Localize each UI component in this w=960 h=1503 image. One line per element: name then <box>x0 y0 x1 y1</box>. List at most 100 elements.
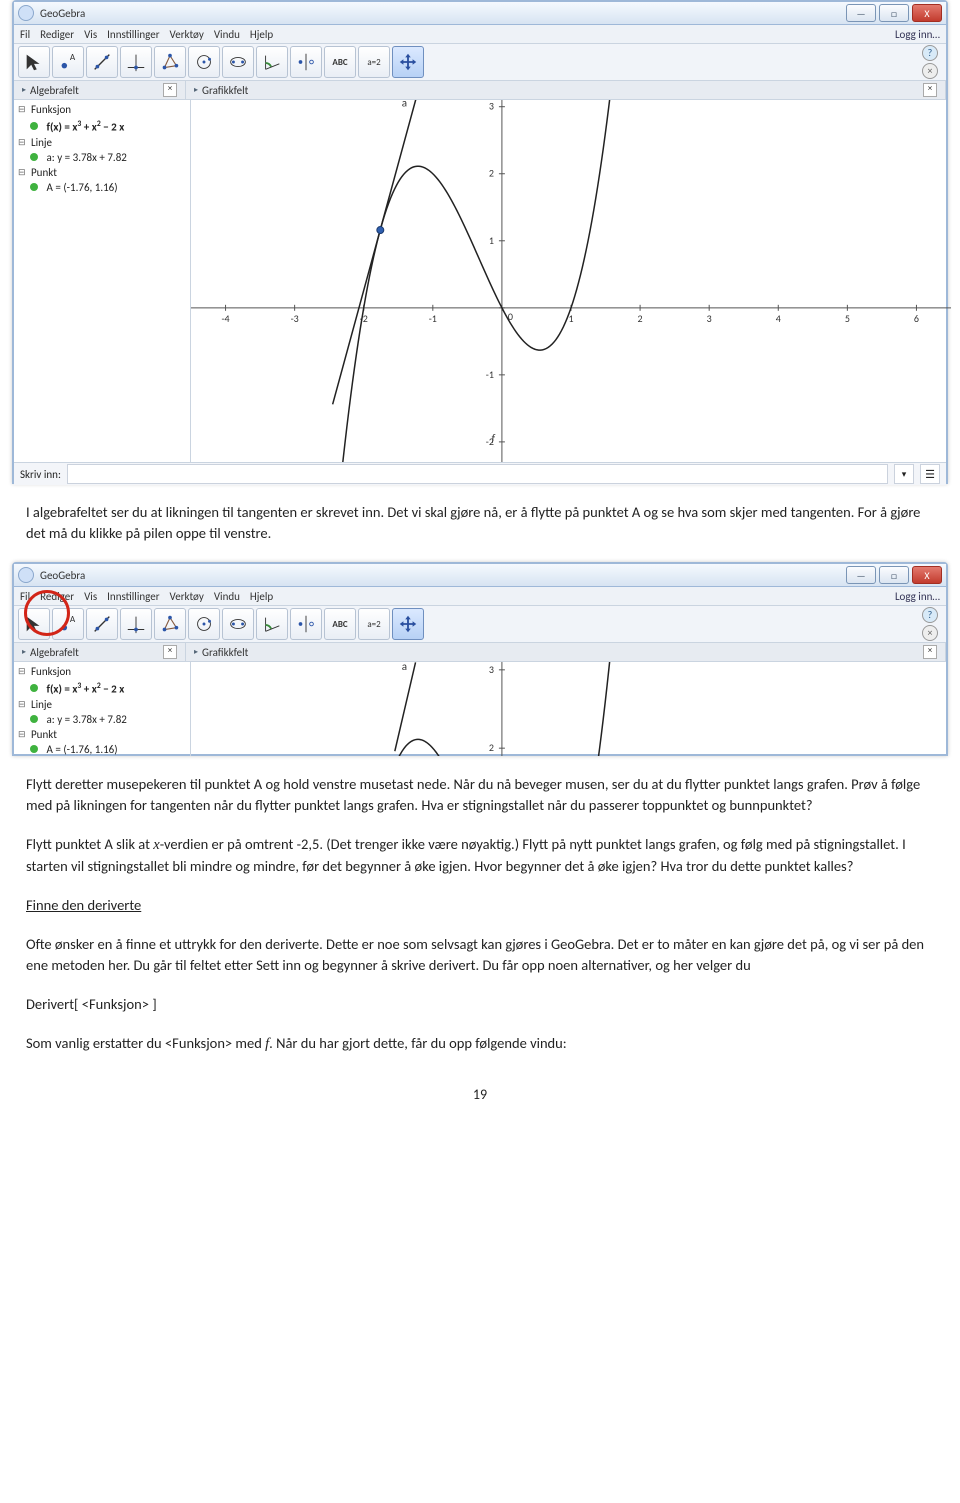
expr-A: A = (-1.76, 1.16) <box>47 742 118 757</box>
menu-verktoy[interactable]: Verktøy <box>170 590 204 603</box>
svg-text:1: 1 <box>489 234 494 247</box>
window-maximize-button[interactable]: □ <box>879 4 909 22</box>
menu-innstillinger[interactable]: Innstillinger <box>107 590 159 603</box>
caret-icon: ▸ <box>194 85 198 95</box>
tool-perpendicular[interactable] <box>120 608 152 640</box>
window-minimize-button[interactable]: — <box>846 566 876 584</box>
page-number: 19 <box>26 1085 934 1105</box>
window-close-button[interactable]: X <box>912 566 942 584</box>
menu-rediger[interactable]: Rediger <box>40 590 74 603</box>
tool-arrow[interactable] <box>18 46 50 78</box>
tab-algebra[interactable]: ▸ Algebrafelt × <box>14 81 186 99</box>
menu-vis[interactable]: Vis <box>84 28 97 41</box>
close-icon[interactable]: × <box>163 645 177 659</box>
expr-a: a: y = 3.78x + 7.82 <box>47 712 127 727</box>
svg-text:A: A <box>70 614 76 625</box>
tool-circle[interactable] <box>188 46 220 78</box>
close-help-icon[interactable]: × <box>922 625 938 641</box>
menu-innstillinger[interactable]: Innstillinger <box>107 28 159 41</box>
tree-item-fx[interactable]: f(x) = x3 + x2 − 2 x <box>18 117 186 135</box>
help-icon[interactable]: ? <box>922 607 938 623</box>
menu-vindu[interactable]: Vindu <box>214 590 240 603</box>
tool-polygon[interactable] <box>154 46 186 78</box>
svg-text:5: 5 <box>845 312 850 325</box>
tree-item-fx[interactable]: f(x) = x3 + x2 − 2 x <box>18 679 186 697</box>
tree-item-A[interactable]: A = (-1.76, 1.16) <box>18 180 186 195</box>
tab-algebra-label: Algebrafelt <box>30 646 79 659</box>
tool-line[interactable] <box>86 46 118 78</box>
tab-algebra-label: Algebrafelt <box>30 84 79 97</box>
tree-node-linje[interactable]: ⊟Linje <box>18 697 186 712</box>
menu-verktoy[interactable]: Verktøy <box>170 28 204 41</box>
close-icon[interactable]: × <box>163 83 177 97</box>
tool-ellipse[interactable] <box>222 46 254 78</box>
input-dropdown[interactable]: ▾ <box>894 464 914 484</box>
menu-vindu[interactable]: Vindu <box>214 28 240 41</box>
graphics-view[interactable]: -4-3-2-1123456-2-11230af <box>191 100 946 462</box>
tool-reflect[interactable] <box>290 608 322 640</box>
tool-reflect[interactable] <box>290 46 322 78</box>
window-maximize-button[interactable]: □ <box>879 566 909 584</box>
tab-algebra[interactable]: ▸ Algebrafelt × <box>14 643 186 661</box>
tool-perpendicular[interactable] <box>120 46 152 78</box>
tab-graphics[interactable]: ▸ Grafikkfelt × <box>186 81 946 99</box>
paragraph-2: Flytt deretter musepekeren til punktet A… <box>26 774 934 816</box>
window-minimize-button[interactable]: — <box>846 4 876 22</box>
menu-fil[interactable]: Fil <box>20 590 30 603</box>
login-link[interactable]: Logg inn… <box>895 590 940 603</box>
tool-move-view[interactable] <box>392 46 424 78</box>
tool-point[interactable]: A <box>52 608 84 640</box>
tool-arrow[interactable] <box>18 608 50 640</box>
tool-circle[interactable] <box>188 608 220 640</box>
visibility-dot-icon[interactable] <box>30 122 38 130</box>
tree-node-funksjon[interactable]: ⊟Funksjon <box>18 664 186 679</box>
tree-node-punkt[interactable]: ⊟Punkt <box>18 727 186 742</box>
svg-text:-4: -4 <box>221 312 229 325</box>
input-keyboard-icon[interactable]: ☰ <box>920 464 940 484</box>
app-title: GeoGebra <box>40 7 85 20</box>
tool-ellipse[interactable] <box>222 608 254 640</box>
tool-text[interactable]: ABC <box>324 46 356 78</box>
tree-node-punkt[interactable]: ⊟Punkt <box>18 165 186 180</box>
tree-node-linje[interactable]: ⊟Linje <box>18 135 186 150</box>
tree-item-a[interactable]: a: y = 3.78x + 7.82 <box>18 712 186 727</box>
tool-line[interactable] <box>86 608 118 640</box>
visibility-dot-icon[interactable] <box>30 183 38 191</box>
menu-vis[interactable]: Vis <box>84 590 97 603</box>
menu-rediger[interactable]: Rediger <box>40 28 74 41</box>
visibility-dot-icon[interactable] <box>30 153 38 161</box>
tool-slider[interactable]: a=2 <box>358 46 390 78</box>
input-bar: Skriv inn: ▾ ☰ <box>14 462 946 485</box>
tree-item-a[interactable]: a: y = 3.78x + 7.82 <box>18 150 186 165</box>
tool-slider[interactable]: a=2 <box>358 608 390 640</box>
tool-polygon[interactable] <box>154 608 186 640</box>
tool-angle[interactable] <box>256 608 288 640</box>
visibility-dot-icon[interactable] <box>30 684 38 692</box>
close-help-icon[interactable]: × <box>922 63 938 79</box>
tool-point[interactable]: A <box>52 46 84 78</box>
close-icon[interactable]: × <box>923 645 937 659</box>
tool-move-view[interactable] <box>392 608 424 640</box>
tab-graphics-label: Grafikkfelt <box>202 84 248 97</box>
visibility-dot-icon[interactable] <box>30 745 38 753</box>
graphics-view[interactable]: 23a <box>191 662 946 756</box>
tool-angle[interactable] <box>256 46 288 78</box>
tree-node-funksjon[interactable]: ⊟Funksjon <box>18 102 186 117</box>
menu-hjelp[interactable]: Hjelp <box>250 28 273 41</box>
help-icon[interactable]: ? <box>922 45 938 61</box>
menu-fil[interactable]: Fil <box>20 28 30 41</box>
tool-text[interactable]: ABC <box>324 608 356 640</box>
svg-text:-1: -1 <box>429 312 437 325</box>
tab-graphics[interactable]: ▸ Grafikkfelt × <box>186 643 946 661</box>
menu-hjelp[interactable]: Hjelp <box>250 590 273 603</box>
paragraph-1: I algebrafeltet ser du at likningen til … <box>26 502 934 544</box>
geogebra-window-2: GeoGebra — □ X Fil Rediger Vis Innstilli… <box>12 562 948 756</box>
login-link[interactable]: Logg inn… <box>895 28 940 41</box>
close-icon[interactable]: × <box>923 83 937 97</box>
visibility-dot-icon[interactable] <box>30 715 38 723</box>
command-input[interactable] <box>67 464 888 484</box>
svg-text:f: f <box>492 432 496 445</box>
svg-text:-3: -3 <box>291 312 299 325</box>
tree-item-A[interactable]: A = (-1.76, 1.16) <box>18 742 186 757</box>
window-close-button[interactable]: X <box>912 4 942 22</box>
